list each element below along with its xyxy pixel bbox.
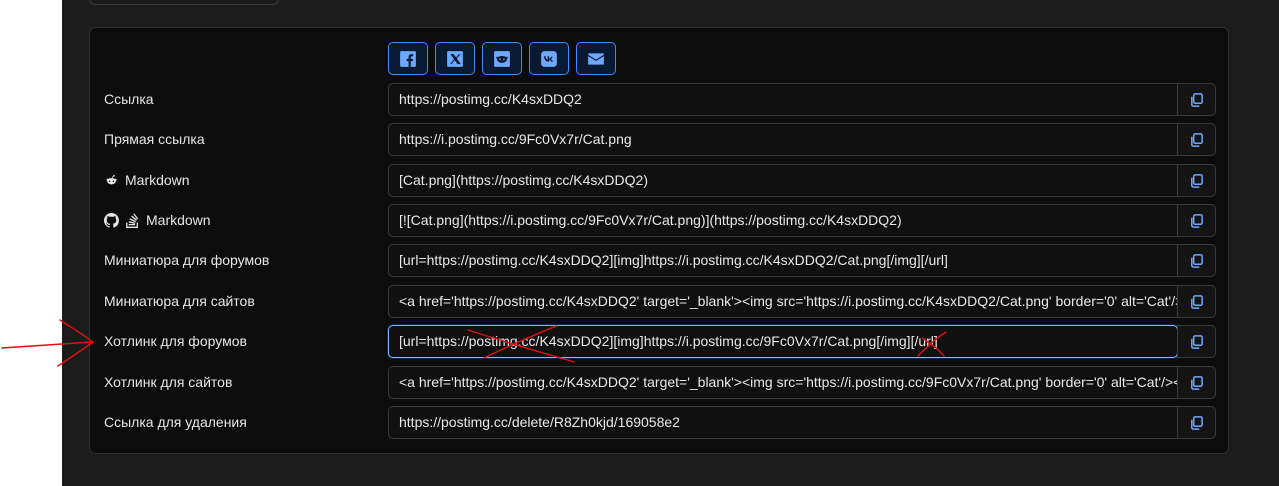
link-row-delete-link: Ссылка для удаления https://postimg.cc/d… [90,406,1230,439]
row-label: Миниатюра для сайтов [104,293,255,309]
copy-icon [1191,133,1203,147]
facebook-share-button[interactable] [388,42,428,75]
email-share-button[interactable] [576,42,616,75]
row-label: Ссылка для удаления [104,414,247,430]
facebook-icon [400,50,416,67]
github-icon [104,213,119,228]
site-hotlink-field[interactable]: <a href='https://postimg.cc/K4sxDDQ2' ta… [388,366,1178,399]
link-row-forum-thumbnail: Миниатюра для форумов [url=https://posti… [90,244,1230,277]
link-row-github-markdown: Markdown [![Cat.png](https://i.postimg.c… [90,204,1230,237]
row-label-github-markdown: Markdown [104,204,211,237]
copy-icon [1191,416,1203,430]
row-label-text: Markdown [146,212,211,228]
copy-icon [1191,376,1203,390]
direct-link-field[interactable]: https://i.postimg.cc/9Fc0Vx7r/Cat.png [388,123,1178,156]
reddit-share-button[interactable] [482,42,522,75]
share-buttons-row [388,42,616,75]
reddit-icon [494,50,510,67]
envelope-icon [588,52,604,65]
link-row-direct-link: Прямая ссылка https://i.postimg.cc/9Fc0V… [90,123,1230,156]
vk-icon [541,50,557,67]
site-thumbnail-field[interactable]: <a href='https://postimg.cc/K4sxDDQ2' ta… [388,285,1178,318]
link-row-page-link: Ссылка https://postimg.cc/K4sxDDQ2 [90,83,1230,116]
copy-icon [1191,254,1203,268]
copy-button[interactable] [1177,83,1216,116]
stackoverflow-icon [126,213,139,228]
link-row-reddit-markdown: Markdown [Cat.png](https://postimg.cc/K4… [90,164,1230,197]
vk-share-button[interactable] [529,42,569,75]
copy-button[interactable] [1177,204,1216,237]
copy-button[interactable] [1177,244,1216,277]
row-label: Хотлинк для форумов [104,333,247,349]
copy-icon [1191,335,1203,349]
delete-link-field[interactable]: https://postimg.cc/delete/R8Zh0kjd/16905… [388,406,1178,439]
copy-icon [1191,93,1203,107]
share-links-card: Ссылка https://postimg.cc/K4sxDDQ2 Пряма… [89,27,1229,454]
row-label: Ссылка [104,91,154,107]
link-row-site-hotlink: Хотлинк для сайтов <a href='https://post… [90,366,1230,399]
top-tab-edge [89,0,279,5]
copy-icon [1191,174,1203,188]
row-label: Миниатюра для форумов [104,252,270,268]
copy-icon [1191,295,1203,309]
copy-button[interactable] [1177,366,1216,399]
row-label-reddit-markdown: Markdown [104,164,190,197]
forum-hotlink-field[interactable]: [url=https://postimg.cc/K4sxDDQ2][img]ht… [388,325,1178,358]
row-label: Прямая ссылка [104,131,205,147]
copy-icon [1191,214,1203,228]
github-markdown-field[interactable]: [![Cat.png](https://i.postimg.cc/9Fc0Vx7… [388,204,1178,237]
link-row-site-thumbnail: Миниатюра для сайтов <a href='https://po… [90,285,1230,318]
row-label-text: Markdown [125,172,190,188]
copy-button[interactable] [1177,164,1216,197]
page-background: Ссылка https://postimg.cc/K4sxDDQ2 Пряма… [62,0,1279,486]
x-share-button[interactable] [435,42,475,75]
reddit-markdown-field[interactable]: [Cat.png](https://postimg.cc/K4sxDDQ2) [388,164,1178,197]
copy-button[interactable] [1177,406,1216,439]
link-row-forum-hotlink: Хотлинк для форумов [url=https://postimg… [90,325,1230,358]
reddit-icon [106,174,117,185]
copy-button[interactable] [1177,325,1216,358]
copy-button[interactable] [1177,123,1216,156]
forum-thumbnail-field[interactable]: [url=https://postimg.cc/K4sxDDQ2][img]ht… [388,244,1178,277]
page-link-field[interactable]: https://postimg.cc/K4sxDDQ2 [388,83,1178,116]
copy-button[interactable] [1177,285,1216,318]
row-label: Хотлинк для сайтов [104,374,233,390]
x-icon [447,50,463,67]
